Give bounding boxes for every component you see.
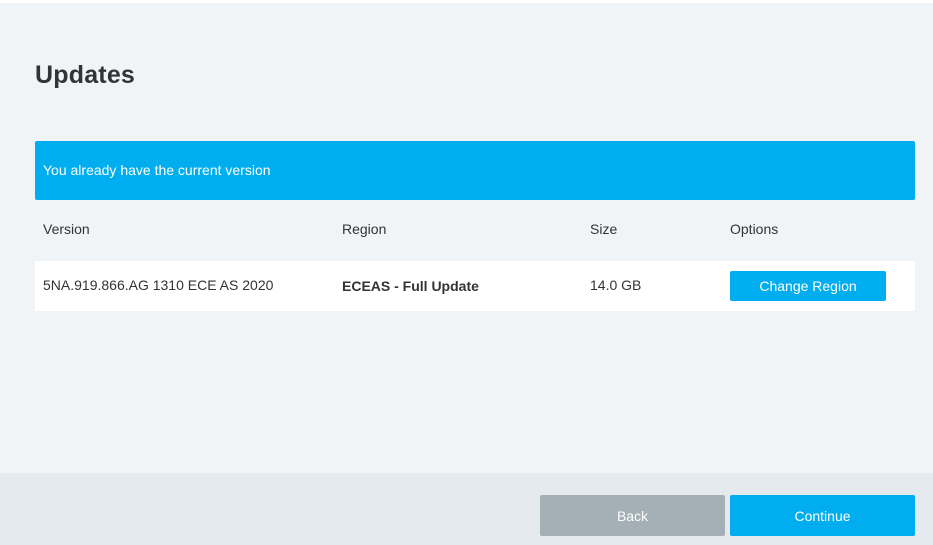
region-cell: ECEAS - Full Update <box>342 278 479 294</box>
page-title: Updates <box>35 61 136 89</box>
back-button[interactable]: Back <box>540 495 725 536</box>
column-header-size: Size <box>590 221 618 237</box>
change-region-button[interactable]: Change Region <box>730 271 886 301</box>
size-cell: 14.0 GB <box>590 277 642 293</box>
column-header-version: Version <box>43 221 90 237</box>
main-content: Updates You already have the current ver… <box>0 3 933 473</box>
column-header-options: Options <box>730 221 779 237</box>
table-header: Version Region Size Options <box>35 213 915 247</box>
continue-button[interactable]: Continue <box>730 495 915 536</box>
status-banner: You already have the current version <box>35 141 915 200</box>
status-banner-message: You already have the current version <box>43 162 271 178</box>
column-header-region: Region <box>342 221 387 237</box>
version-cell: 5NA.919.866.AG 1310 ECE AS 2020 <box>43 277 274 293</box>
footer-bar: Back Continue <box>0 473 933 545</box>
table-row: 5NA.919.866.AG 1310 ECE AS 2020 ECEAS - … <box>35 261 915 311</box>
